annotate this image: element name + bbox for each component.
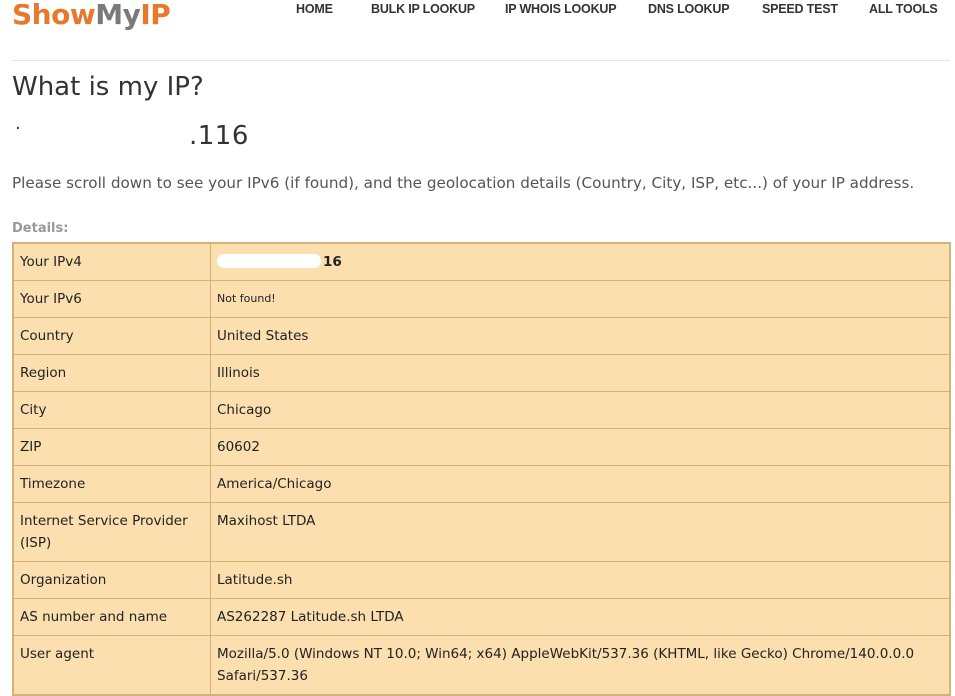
ip-address-display: .116 [189,121,249,151]
nav-home[interactable]: HOME [296,2,333,16]
row-value-as-number: AS262287 Latitude.sh LTDA [210,598,951,636]
table-row: AS number and name AS262287 Latitude.sh … [12,598,951,636]
logo[interactable]: ShowMyIP [12,0,171,31]
details-label: Details: [12,221,69,236]
row-value-timezone: America/Chicago [210,465,951,503]
nav-bulk-ip-lookup[interactable]: BULK IP LOOKUP [371,2,475,16]
row-value-country: United States [210,317,951,355]
row-label: Your IPv4 [12,242,211,281]
logo-ip: IP [140,0,171,31]
table-row: City Chicago [12,391,951,429]
row-value-organization: Latitude.sh [210,561,951,599]
details-table: Your IPv4 16 Your IPv6 Not found! Countr… [12,242,951,696]
row-label: Country [12,317,211,355]
row-label: User agent [12,635,211,696]
row-label: Region [12,354,211,392]
row-label: ZIP [12,428,211,466]
table-row: ZIP 60602 [12,428,951,466]
header-divider [12,60,950,61]
nav-ip-whois-lookup[interactable]: IP WHOIS LOOKUP [505,2,617,16]
row-value-ipv6: Not found! [210,280,951,318]
redacted-block [217,254,321,268]
page-title: What is my IP? [12,72,204,102]
info-text: Please scroll down to see your IPv6 (if … [12,174,915,192]
row-label: City [12,391,211,429]
header: ShowMyIP HOME BULK IP LOOKUP IP WHOIS LO… [0,0,955,61]
row-label: Organization [12,561,211,599]
row-label: Timezone [12,465,211,503]
nav-dns-lookup[interactable]: DNS LOOKUP [648,2,730,16]
table-row: Your IPv6 Not found! [12,280,951,318]
table-row: Internet Service Provider (ISP) Maxihost… [12,502,951,562]
row-value-city: Chicago [210,391,951,429]
row-value-zip: 60602 [210,428,951,466]
row-label: Internet Service Provider (ISP) [12,502,211,562]
table-row: Timezone America/Chicago [12,465,951,503]
table-row: User agent Mozilla/5.0 (Windows NT 10.0;… [12,635,951,696]
row-value-region: Illinois [210,354,951,392]
nav-all-tools[interactable]: ALL TOOLS [869,2,938,16]
nav-speed-test[interactable]: SPEED TEST [762,2,838,16]
table-row: Region Illinois [12,354,951,392]
table-row: Your IPv4 16 [12,242,951,281]
table-row: Country United States [12,317,951,355]
ip-dot: · [15,118,21,139]
row-value-user-agent: Mozilla/5.0 (Windows NT 10.0; Win64; x64… [210,635,951,696]
logo-show: Show [12,0,96,31]
row-label: Your IPv6 [12,280,211,318]
row-value-ipv4: 16 [210,242,951,281]
row-label: AS number and name [12,598,211,636]
row-value-isp: Maxihost LTDA [210,502,951,562]
table-row: Organization Latitude.sh [12,561,951,599]
logo-my: My [95,0,141,31]
